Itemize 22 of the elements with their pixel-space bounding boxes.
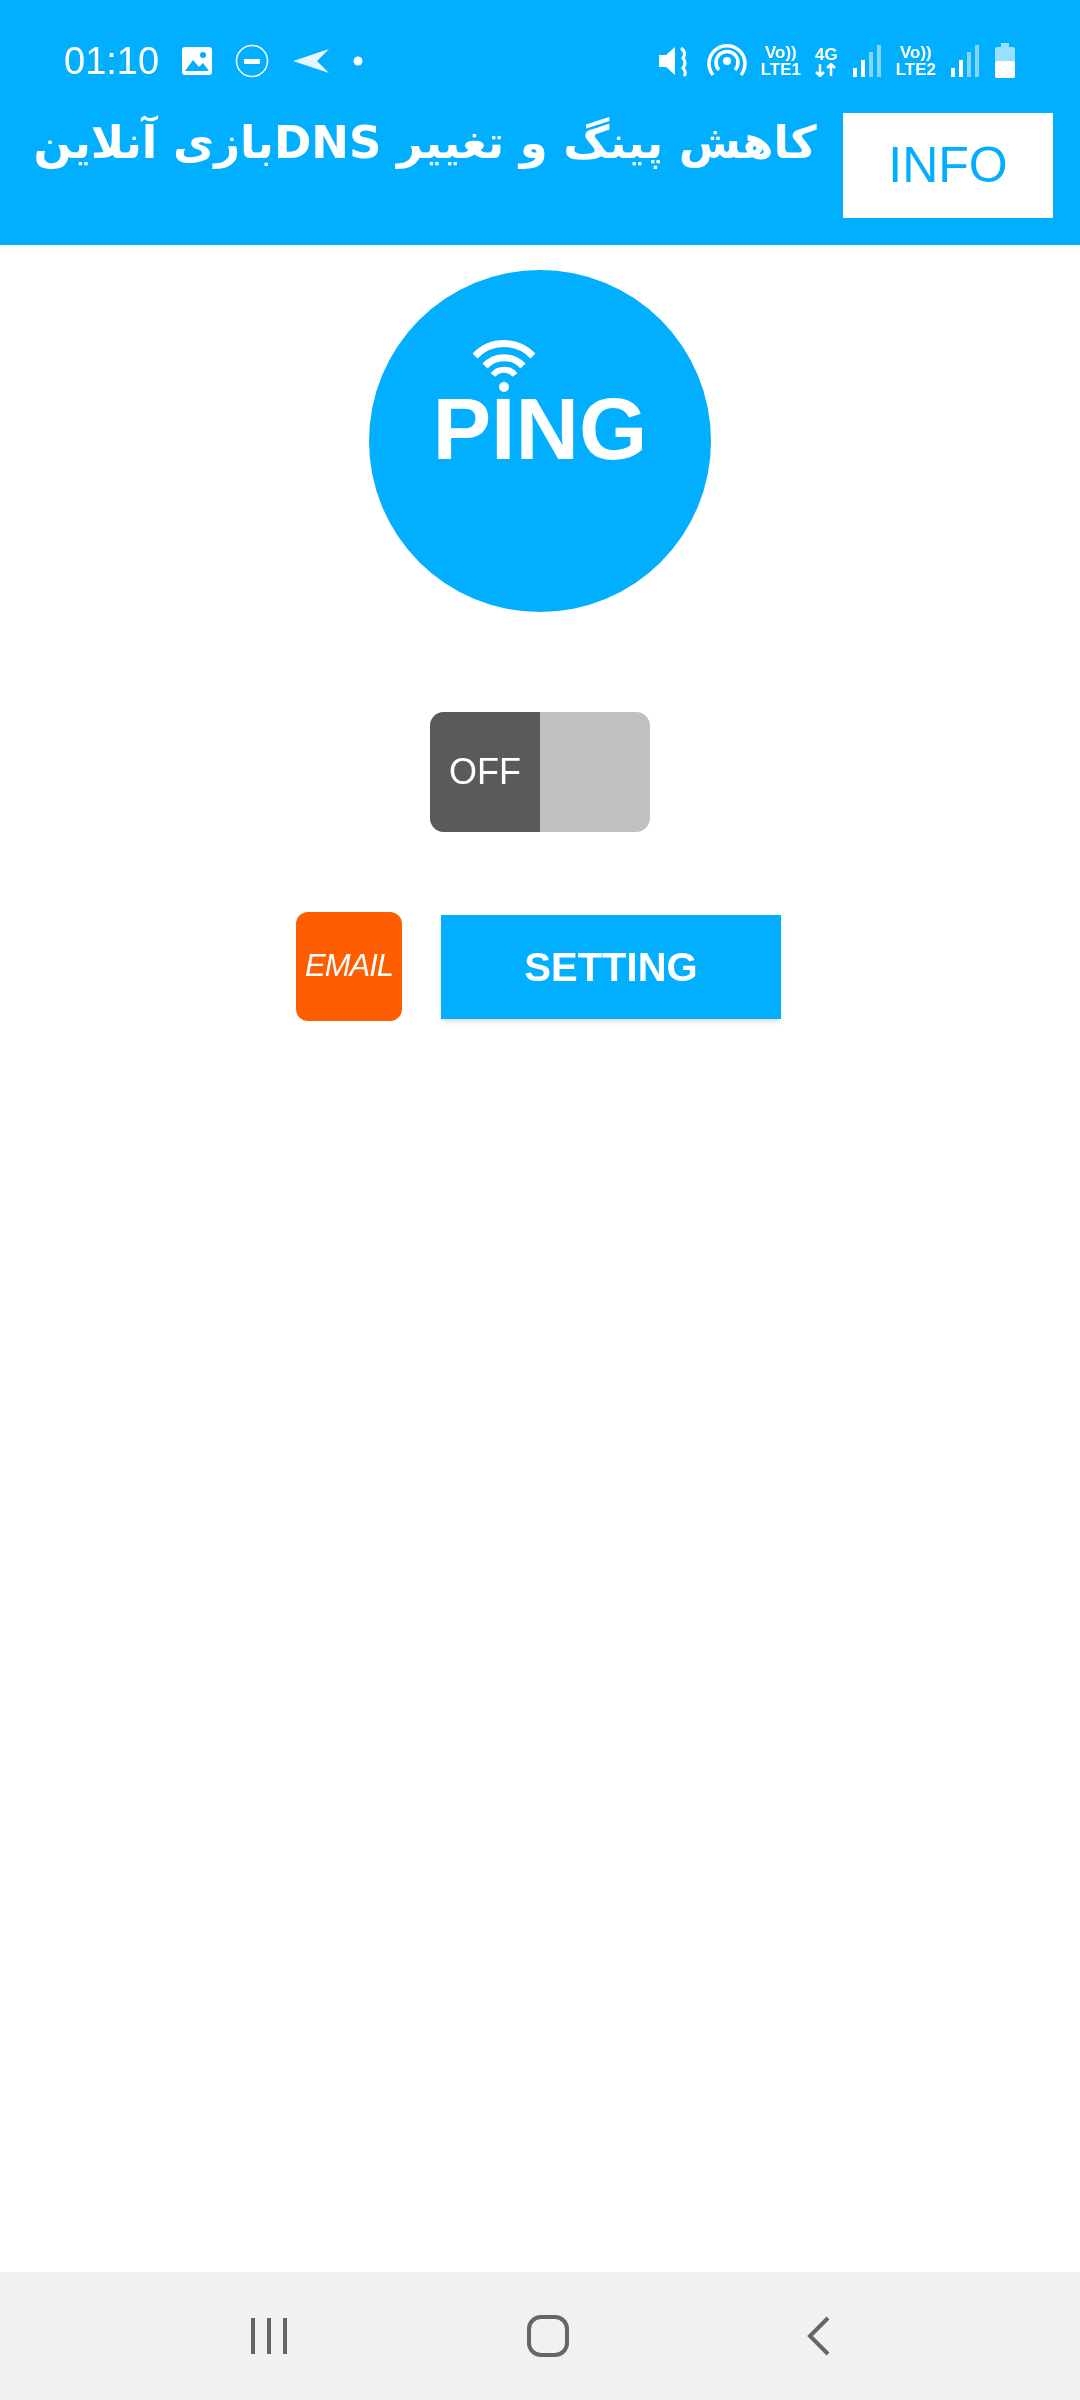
toggle-switch[interactable]: OFF [430, 712, 650, 832]
image-icon [181, 46, 214, 76]
dot-icon [353, 56, 364, 66]
back-icon[interactable] [807, 2316, 831, 2356]
info-button[interactable]: INFO [843, 113, 1053, 218]
email-button[interactable]: EMAIL [296, 912, 402, 1021]
signal-icon [851, 44, 882, 78]
app-title: کاهش پینگ و تغییر DNSبازی آنلاین [32, 114, 818, 171]
clock: 01:10 [64, 38, 160, 84]
network-label: LTE1 [760, 61, 801, 78]
setting-button[interactable]: SETTING [441, 914, 781, 1019]
data-type-label: 4G [815, 45, 838, 63]
data-arrows-icon [815, 62, 838, 77]
home-icon[interactable] [527, 2315, 569, 2357]
logo-text: PING [432, 394, 648, 464]
volte-label: Vo)) [899, 44, 932, 61]
battery-icon [994, 43, 1016, 79]
wifi-icon [473, 340, 535, 392]
network-label: LTE2 [895, 61, 936, 78]
recent-apps-icon[interactable] [249, 2317, 289, 2355]
signal-icon [950, 44, 980, 78]
volte-label: Vo)) [764, 44, 797, 61]
